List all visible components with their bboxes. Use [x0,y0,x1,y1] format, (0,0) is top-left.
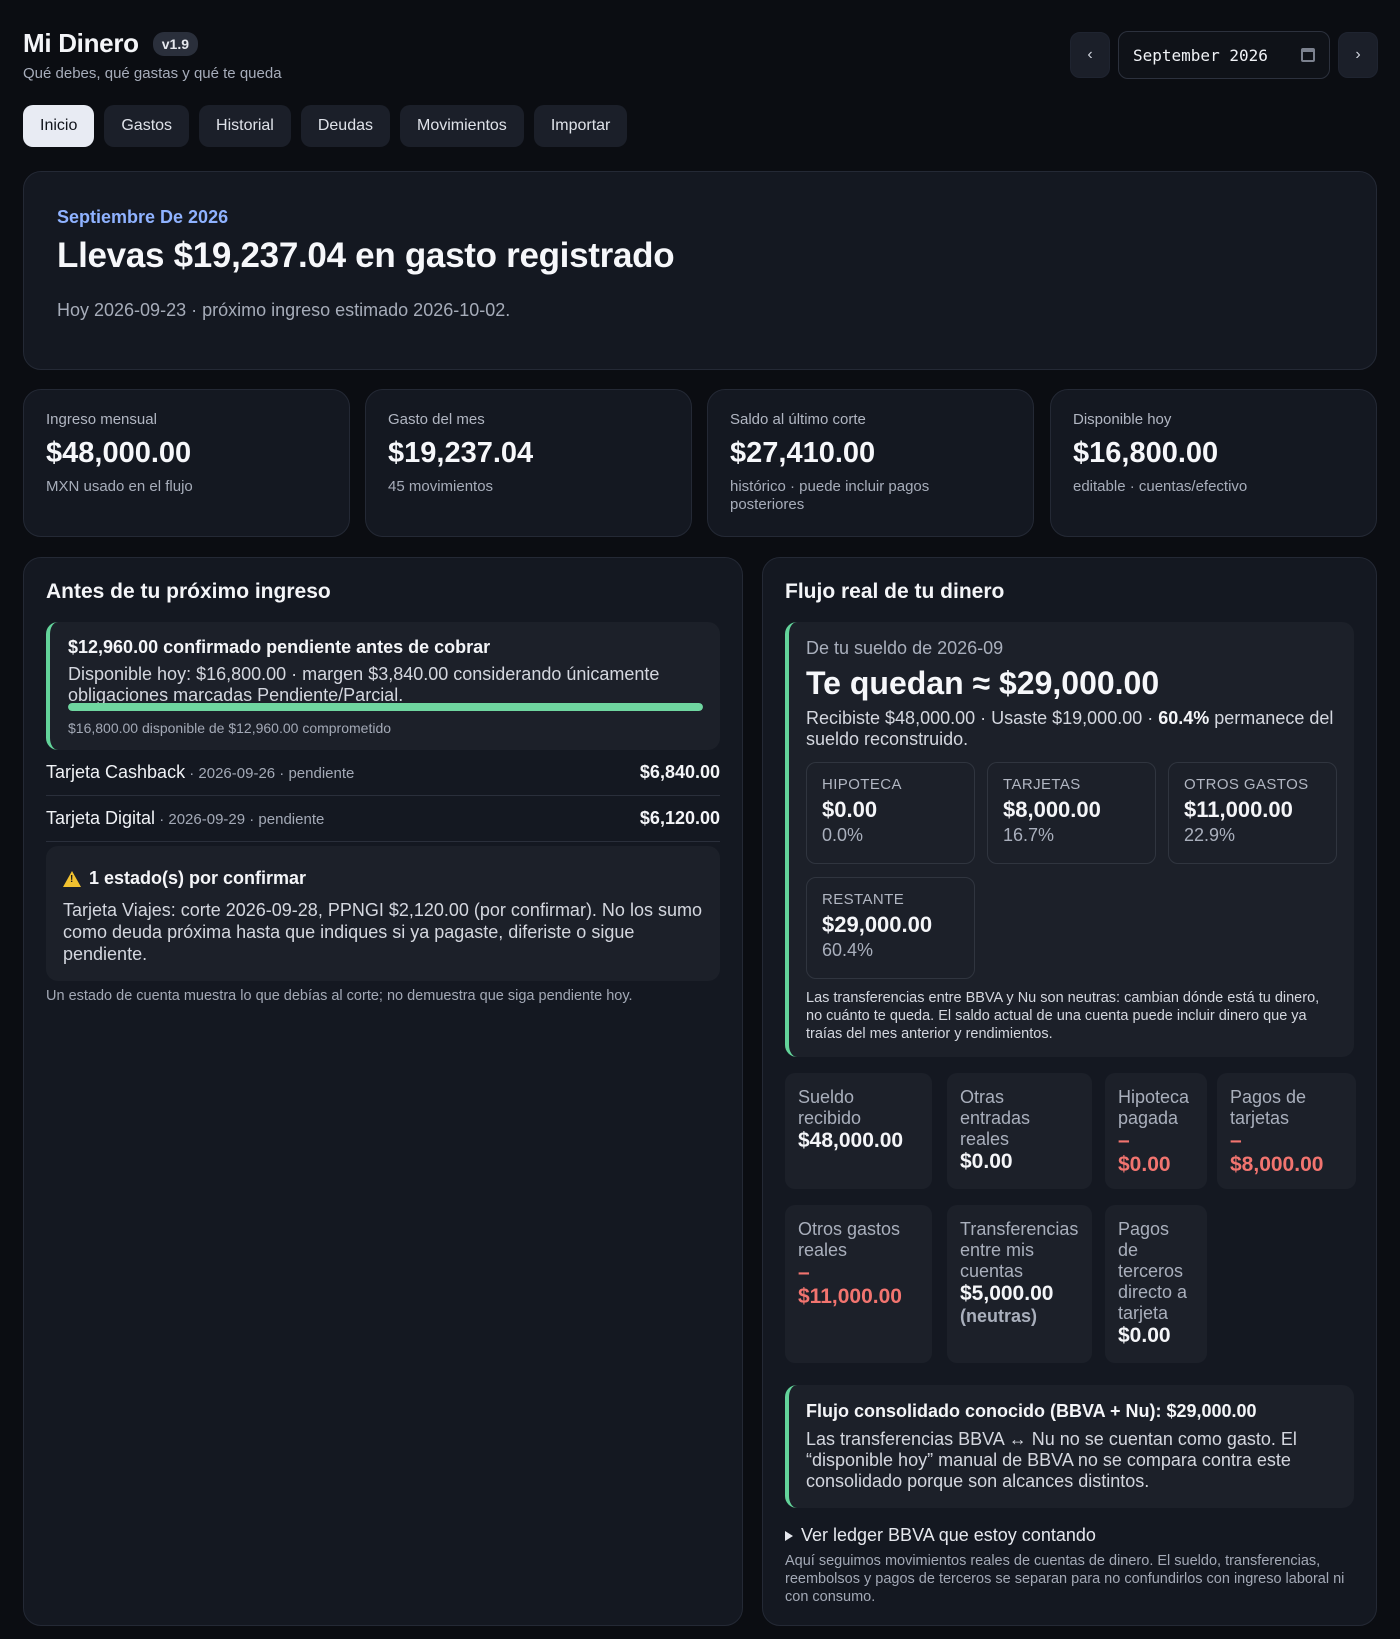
stat-note: 45 movimientos [388,478,494,495]
stat-card-saldo: Saldo al último corte $27,410.00 históri… [707,389,1034,537]
debt-meta: · 2026-09-29 · pendiente [155,811,325,828]
stat-note: editable · cuentas/efectivo [1073,478,1248,495]
pending-title: $12,960.00 confirmado pendiente antes de… [68,637,491,657]
next-month-button[interactable]: › [1338,32,1378,78]
debt-meta: · 2026-09-26 · pendiente [185,765,355,782]
flow-kicker: De tu sueldo de 2026-09 [806,638,1004,658]
ledger-toggle[interactable]: Ver ledger BBVA que estoy contando [785,1525,1354,1546]
calendar-icon[interactable] [1301,48,1315,62]
main-tabs: Inicio Gastos Historial Deudas Movimient… [23,105,628,147]
stat-value: $48,000.00 [46,437,192,469]
tab-movimientos[interactable]: Movimientos [400,105,524,147]
consolidated-title: Flujo consolidado conocido (BBVA + Nu): … [806,1401,1257,1421]
flow-description: Recibiste $48,000.00 · Usaste $19,000.00… [806,708,1334,749]
stat-label: Saldo al último corte [730,411,866,428]
tile-otras-entradas: Otras entradas reales $0.00 [947,1073,1092,1189]
hero-kicker: Septiembre De 2026 [57,207,229,227]
before-income-panel: Antes de tu próximo ingreso $12,960.00 c… [23,557,743,1626]
debt-amount: $6,840.00 [639,762,720,782]
month-nav: ‹ September 2026 › [1070,31,1378,79]
stat-value: $19,237.04 [388,437,534,469]
debt-row[interactable]: Tarjeta Digital · 2026-09-29 · pendiente… [46,796,720,842]
warning-icon [63,870,81,887]
breakdown-tarjetas: TARJETAS $8,000.00 16.7% [987,762,1156,864]
panel-title: Antes de tu próximo ingreso [46,580,331,603]
flow-remaining: Te quedan ≈ $29,000.00 [806,665,1160,701]
money-flow-panel: Flujo real de tu dinero De tu sueldo de … [762,557,1377,1626]
tab-historial[interactable]: Historial [199,105,291,147]
breakdown-grid: HIPOTECA $0.00 0.0% TARJETAS $8,000.00 1… [806,762,1337,979]
statement-footnote: Un estado de cuenta muestra lo que debía… [46,988,633,1004]
hero-title: Llevas $19,237.04 en gasto registrado [57,236,675,275]
hero-card: Septiembre De 2026 Llevas $19,237.04 en … [23,171,1377,370]
prev-month-button[interactable]: ‹ [1070,32,1110,78]
disclosure-triangle-icon[interactable] [785,1530,793,1541]
stat-card-disponible: Disponible hoy $16,800.00 editable · cue… [1050,389,1377,537]
app-header: Mi Dinero v1.9 Qué debes, qué gastas y q… [23,28,282,82]
tile-transferencias: Transferencias entre mis cuentas $5,000.… [947,1205,1092,1363]
breakdown-hipoteca: HIPOTECA $0.00 0.0% [806,762,975,864]
stat-label: Disponible hoy [1073,411,1172,428]
tab-inicio[interactable]: Inicio [23,105,95,147]
flow-tiles: Sueldo recibido $48,000.00 Otras entrada… [785,1073,1356,1368]
tile-pagos-tarjetas: Pagos de tarjetas – $8,000.00 [1217,1073,1356,1189]
stat-card-gasto: Gasto del mes $19,237.04 45 movimientos [365,389,692,537]
breakdown-restante: RESTANTE $29,000.00 60.4% [806,877,975,979]
debt-name: Tarjeta Cashback [46,762,186,782]
flow-note: Las transferencias entre BBVA y Nu son n… [806,990,1320,1042]
tile-hipoteca: Hipoteca pagada – $0.00 [1105,1073,1207,1189]
stat-note: MXN usado en el flujo [46,478,193,495]
consolidated-text: Las transferencias BBVA ↔ Nu no se cuent… [806,1429,1297,1491]
progress-fill [68,703,703,711]
version-badge: v1.9 [152,31,198,56]
ledger-note: Aquí seguimos movimientos reales de cuen… [785,1553,1345,1605]
tile-otros-gastos: Otros gastos reales – $11,000.00 [785,1205,932,1363]
warning-title: 1 estado(s) por confirmar [89,868,307,888]
tile-sueldo: Sueldo recibido $48,000.00 [785,1073,932,1189]
warning-box: 1 estado(s) por confirmar Tarjeta Viajes… [46,846,720,981]
flow-summary: De tu sueldo de 2026-09 Te quedan ≈ $29,… [785,622,1354,1057]
panel-title: Flujo real de tu dinero [785,580,1005,603]
month-input-value: September 2026 [1133,45,1268,65]
stat-card-ingreso: Ingreso mensual $48,000.00 MXN usado en … [23,389,350,537]
breakdown-otros-gastos: OTROS GASTOS $11,000.00 22.9% [1168,762,1337,864]
remaining-percent: 60.4% [1158,708,1210,728]
tab-deudas[interactable]: Deudas [300,105,390,147]
hero-subtitle: Hoy 2026-09-23 · próximo ingreso estimad… [57,300,511,320]
debt-name: Tarjeta Digital [46,808,156,828]
stat-value: $27,410.00 [730,437,876,469]
tab-gastos[interactable]: Gastos [104,105,190,147]
app-subtitle: Qué debes, qué gastas y qué te queda [23,65,282,82]
debt-amount: $6,120.00 [639,808,720,828]
tab-importar[interactable]: Importar [533,105,628,147]
pending-summary: $12,960.00 confirmado pendiente antes de… [46,622,720,750]
progress-caption: $16,800.00 disponible de $12,960.00 comp… [68,720,392,736]
tile-pagos-terceros: Pagos de terceros directo a tarjeta $0.0… [1105,1205,1207,1363]
warning-text: Tarjeta Viajes: corte 2026-09-28, PPNGI … [63,900,702,964]
commitment-progress-bar [68,703,703,711]
pending-text: Disponible hoy: $16,800.00 · margen $3,8… [68,664,660,705]
stat-note: histórico · puede incluir pagos posterio… [730,478,930,513]
stat-label: Gasto del mes [388,411,485,428]
month-input[interactable]: September 2026 [1118,31,1330,79]
stat-value: $16,800.00 [1073,437,1219,469]
consolidated-flow: Flujo consolidado conocido (BBVA + Nu): … [785,1385,1354,1508]
stat-label: Ingreso mensual [46,411,157,428]
debt-row[interactable]: Tarjeta Cashback · 2026-09-26 · pendient… [46,750,720,796]
ledger-toggle-label[interactable]: Ver ledger BBVA que estoy contando [801,1525,1096,1546]
app-title: Mi Dinero [23,28,139,58]
